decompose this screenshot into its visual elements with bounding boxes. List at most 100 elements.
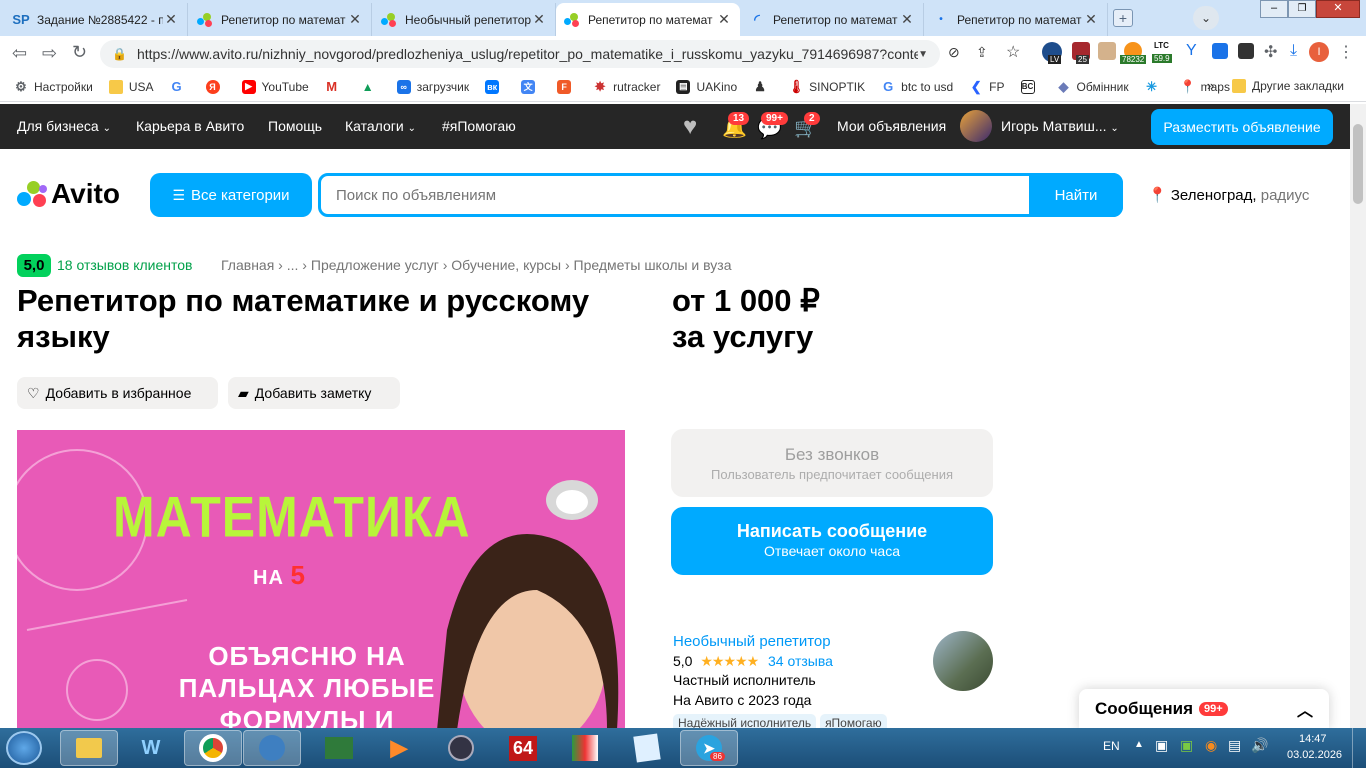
menu-kebab-icon[interactable]: ⋮ [1338,42,1354,62]
bookmark-star[interactable]: ✳ [1145,79,1165,94]
volume-icon[interactable]: 🔊 [1251,737,1268,754]
search-input[interactable] [321,176,1029,214]
bookmark-yandex[interactable]: Я [205,79,226,94]
breadcrumb-subjects[interactable]: Предметы школы и вуза [574,257,732,273]
back-arrow-icon[interactable]: ⇦ [12,43,27,64]
scrollbar-thumb[interactable] [1353,124,1363,204]
reload-icon[interactable]: ↻ [72,42,87,63]
tab-3[interactable]: Необычный репетитор ✕ [373,3,556,36]
media-player-icon[interactable]: ▶ [370,730,428,766]
share-icon[interactable]: ⇪ [976,44,988,61]
write-message-button[interactable]: Написать сообщение Отвечает около часа [671,507,993,575]
tab-search-chevron-icon[interactable]: ⌄ [1193,6,1219,30]
face-extension-icon[interactable] [1098,42,1116,60]
reviews-link[interactable]: 18 отзывов клиентов [57,257,193,273]
add-note-button[interactable]: ▰ Добавить заметку [228,377,400,409]
download-icon[interactable]: ⤓ [1290,42,1297,60]
other-bookmarks[interactable]: Другие закладки [1232,79,1344,93]
translate-icon[interactable]: ⊘ [948,44,960,61]
location-selector[interactable]: 📍 Зеленоград, радиус [1148,186,1309,204]
add-favorite-button[interactable]: ♡ Добавить в избранное [17,377,218,409]
telegram-icon[interactable]: ➤ [680,730,738,766]
bookmarks-overflow[interactable]: » [1207,78,1214,93]
app-64-icon[interactable]: 64 [494,730,552,766]
notepad-icon[interactable] [618,730,676,766]
profile-icon[interactable]: I [1309,42,1329,62]
bookmark-drive[interactable]: ▲ [361,80,381,94]
bookmark-vk[interactable]: вк [485,79,505,94]
find-button[interactable]: Найти [1029,173,1123,217]
bookmark-usa[interactable]: USA [108,79,154,94]
bookmark-sinoptik[interactable]: 🌡 SINOPTIK [788,79,865,94]
tray-display-icon[interactable]: ▤ [1228,737,1241,754]
close-icon[interactable]: ✕ [347,11,363,28]
close-icon[interactable]: ✕ [899,11,915,28]
tray-update-icon[interactable]: ◉ [1205,737,1217,754]
nav-ihelp[interactable]: #яПомогаю [442,118,516,134]
breadcrumb-home[interactable]: Главная [221,257,274,273]
bookmark-exchanger[interactable]: ◆ Обмінник [1057,79,1129,94]
my-ads-link[interactable]: Мои объявления [837,118,946,134]
nav-business[interactable]: Для бизнеса ⌄ [17,118,111,134]
breadcrumb-education[interactable]: Обучение, курсы [451,257,561,273]
nav-catalogs[interactable]: Каталоги ⌄ [345,118,416,134]
bookmark-uakino[interactable]: ▤ UAKino [676,79,737,94]
bookmark-rutracker[interactable]: ✸ rutracker [593,79,661,94]
forward-extension-icon[interactable] [1238,43,1254,59]
start-button[interactable] [6,731,42,765]
page-scrollbar[interactable] [1350,104,1366,728]
all-categories-button[interactable]: ☰ Все категории [150,173,312,217]
user-menu[interactable]: Игорь Матвиш... ⌄ [1001,118,1119,134]
show-desktop-button[interactable] [1352,728,1366,768]
vpn-extension-icon[interactable]: Y [1186,42,1197,60]
chevron-up-icon[interactable]: ︿ [1297,697,1313,721]
seller-name[interactable]: Необычный репетитор [673,632,887,652]
tray-up-arrow-icon[interactable]: ▲ [1134,739,1144,750]
language-indicator[interactable]: EN [1103,739,1120,753]
bookmark-loader[interactable]: ∞ загрузчик [396,79,469,94]
avito-logo[interactable]: Avito [17,178,120,210]
bookmark-bc[interactable]: BC [1020,79,1041,94]
clock-app-icon[interactable] [432,730,490,766]
forward-arrow-icon[interactable]: ⇨ [42,43,57,64]
seller-reviews-link[interactable]: 34 отзыва [768,653,833,669]
bookmark-settings[interactable]: ⚙ Настройки [14,79,93,94]
nav-help[interactable]: Помощь [268,118,322,134]
puzzle-icon[interactable]: ✣ [1264,42,1277,62]
bookmark-google[interactable]: G [170,79,190,94]
dropdown-icon[interactable]: ▼ [918,49,928,60]
tab-2[interactable]: Репетитор по математ ✕ [189,3,372,36]
minimize-icon[interactable]: – [1260,0,1288,18]
bookmark-youtube[interactable]: ▶ YouTube [241,79,309,94]
tab-1[interactable]: SP Задание №2885422 - п ✕ [5,3,188,36]
close-icon[interactable]: ✕ [1083,11,1099,28]
chrome-icon[interactable] [184,730,242,766]
tab-6[interactable]: • Репетитор по математ ✕ [925,3,1108,36]
post-ad-button[interactable]: Разместить объявление [1151,109,1333,145]
explorer-icon[interactable] [60,730,118,766]
tab-5[interactable]: ◜ Репетитор по математ ✕ [741,3,924,36]
bookmark-fp[interactable]: ❮ FP [969,79,1005,94]
bookmark-person[interactable]: ♟ [753,79,773,94]
bookmark-btc[interactable]: Gbtc to usd [881,79,953,94]
close-icon[interactable]: ✕ [716,11,732,28]
nav-career[interactable]: Карьера в Авито [136,118,244,134]
clock-date[interactable]: 03.02.2026 [1287,749,1342,761]
shield-app-icon[interactable]: W [122,730,180,766]
network-globe-icon[interactable] [243,730,301,766]
close-icon[interactable]: ✕ [531,11,547,28]
network-icon[interactable]: ▣ [1155,737,1168,754]
url-field[interactable]: 🔒 https://www.avito.ru/nizhniy_novgorod/… [100,40,940,68]
bookmark-gmail[interactable]: M [325,79,345,94]
spreadsheet-icon[interactable] [310,730,368,766]
bookmark-star-icon[interactable]: ☆ [1006,42,1020,62]
messages-widget[interactable]: Сообщения 99+ ︿ [1079,689,1329,729]
bookmark-f[interactable]: F [557,79,577,94]
winrar-icon[interactable] [556,730,614,766]
avatar[interactable] [960,110,992,142]
new-tab-button[interactable]: + [1113,9,1133,27]
close-window-icon[interactable]: ✕ [1316,0,1360,18]
download-extension-icon[interactable] [1212,43,1228,59]
clock-time[interactable]: 14:47 [1299,733,1327,745]
bookmark-maps[interactable]: 📍 maps [1180,79,1230,94]
